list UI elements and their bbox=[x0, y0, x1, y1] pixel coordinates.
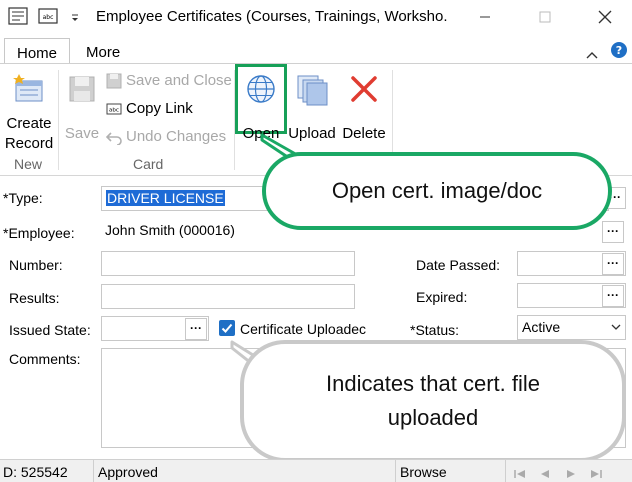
status-divider bbox=[505, 460, 506, 482]
record-id: D: 525542 bbox=[3, 464, 68, 480]
record-mode: Browse bbox=[400, 464, 447, 480]
callout-open: Open cert. image/doc bbox=[262, 152, 612, 230]
callout-uploaded: Indicates that cert. file uploaded bbox=[240, 340, 626, 462]
last-record-icon[interactable] bbox=[590, 466, 602, 482]
status-divider bbox=[395, 460, 396, 482]
first-record-icon[interactable] bbox=[514, 466, 526, 482]
previous-record-icon[interactable] bbox=[540, 466, 550, 482]
next-record-icon[interactable] bbox=[566, 466, 576, 482]
status-divider bbox=[93, 460, 94, 482]
record-state: Approved bbox=[98, 464, 158, 480]
status-bar: D: 525542 Approved Browse bbox=[0, 459, 632, 482]
